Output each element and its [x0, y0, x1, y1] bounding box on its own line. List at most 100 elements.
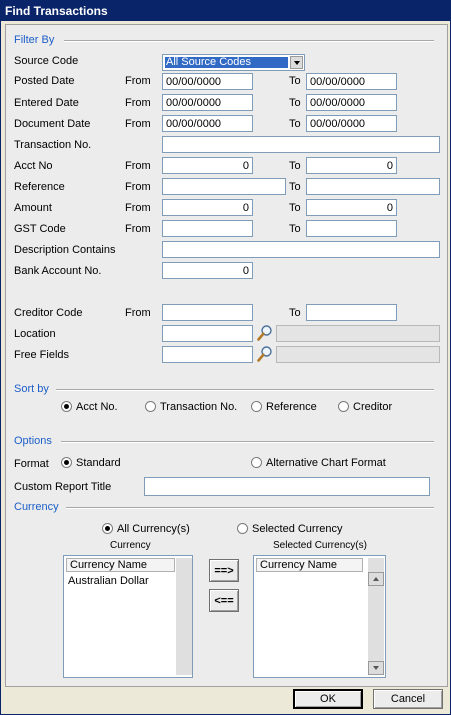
- bank-account-no-input[interactable]: [162, 262, 253, 279]
- source-code-value: All Source Codes: [165, 57, 288, 68]
- available-currency-column-header[interactable]: Currency Name: [66, 558, 175, 572]
- creditor-code-to-label: To: [289, 307, 301, 319]
- radio-selected-indicator[interactable]: [61, 401, 72, 412]
- free-fields-description-field: [276, 346, 440, 363]
- document-date-from-label: From: [125, 118, 151, 130]
- chevron-down-icon[interactable]: [290, 56, 303, 69]
- transaction-no-input[interactable]: [162, 136, 440, 153]
- currency-divider: [66, 507, 434, 509]
- radio-indicator[interactable]: [251, 401, 262, 412]
- sort-transaction-no-label: Transaction No.: [160, 401, 238, 413]
- entered-date-from-input[interactable]: [162, 94, 253, 111]
- amount-from-input[interactable]: [162, 199, 253, 216]
- custom-report-title-input[interactable]: [144, 477, 430, 496]
- description-contains-input[interactable]: [162, 241, 440, 258]
- posted-date-to-input[interactable]: [306, 73, 397, 90]
- format-standard-radio[interactable]: Standard: [61, 457, 121, 470]
- selected-currency-scrollbar[interactable]: [368, 558, 384, 675]
- bank-account-no-label: Bank Account No.: [14, 265, 102, 277]
- filter-by-label: Filter By: [14, 34, 55, 46]
- gst-code-to-label: To: [289, 223, 301, 235]
- sort-by-label: Sort by: [14, 383, 49, 395]
- source-code-label: Source Code: [14, 55, 79, 67]
- sort-reference-radio[interactable]: Reference: [251, 401, 317, 414]
- transaction-no-label: Transaction No.: [14, 139, 92, 151]
- selected-currency-radio[interactable]: Selected Currency: [237, 523, 343, 536]
- reference-to-input[interactable]: [306, 178, 440, 195]
- radio-selected-indicator[interactable]: [61, 457, 72, 468]
- reference-label: Reference: [14, 181, 65, 193]
- location-description-field: [276, 325, 440, 342]
- reference-from-input[interactable]: [162, 178, 286, 195]
- creditor-code-from-label: From: [125, 307, 151, 319]
- format-alternative-label: Alternative Chart Format: [266, 457, 386, 469]
- find-transactions-window: Find Transactions Filter By Source Code …: [0, 0, 451, 715]
- creditor-code-from-input[interactable]: [162, 304, 253, 321]
- remove-currency-button[interactable]: <==: [209, 589, 239, 612]
- entered-date-to-label: To: [289, 97, 301, 109]
- radio-indicator[interactable]: [145, 401, 156, 412]
- sort-creditor-label: Creditor: [353, 401, 393, 413]
- entered-date-label: Entered Date: [14, 97, 79, 109]
- acct-no-to-label: To: [289, 160, 301, 172]
- options-label: Options: [14, 435, 52, 447]
- reference-to-label: To: [289, 181, 301, 193]
- cancel-button[interactable]: Cancel: [373, 689, 443, 709]
- acct-no-from-input[interactable]: [162, 157, 253, 174]
- location-input[interactable]: [162, 325, 253, 342]
- currency-label: Currency: [14, 501, 59, 513]
- selected-currency-list[interactable]: Currency Name: [253, 555, 386, 678]
- amount-to-label: To: [289, 202, 301, 214]
- location-label: Location: [14, 328, 56, 340]
- document-date-to-input[interactable]: [306, 115, 397, 132]
- add-currency-button[interactable]: ==>: [209, 559, 239, 582]
- posted-date-to-label: To: [289, 75, 301, 87]
- sort-acct-no-radio[interactable]: Acct No.: [61, 401, 118, 414]
- available-currency-scrollbar[interactable]: [176, 558, 192, 675]
- free-fields-lookup-icon[interactable]: [256, 345, 274, 363]
- free-fields-input[interactable]: [162, 346, 253, 363]
- gst-code-from-label: From: [125, 223, 151, 235]
- amount-to-input[interactable]: [306, 199, 397, 216]
- entered-date-from-label: From: [125, 97, 151, 109]
- ok-button[interactable]: OK: [293, 689, 363, 709]
- radio-indicator[interactable]: [251, 457, 262, 468]
- amount-from-label: From: [125, 202, 151, 214]
- scroll-down-icon[interactable]: [368, 661, 384, 675]
- scroll-up-icon[interactable]: [368, 572, 384, 586]
- document-date-label: Document Date: [14, 118, 91, 130]
- selected-currency-column-header[interactable]: Currency Name: [256, 558, 363, 572]
- document-date-from-input[interactable]: [162, 115, 253, 132]
- radio-indicator[interactable]: [338, 401, 349, 412]
- custom-report-title-label: Custom Report Title: [14, 481, 112, 493]
- radio-indicator[interactable]: [237, 523, 248, 534]
- source-code-dropdown[interactable]: All Source Codes: [162, 54, 305, 71]
- posted-date-label: Posted Date: [14, 75, 75, 87]
- gst-code-from-input[interactable]: [162, 220, 253, 237]
- format-alternative-radio[interactable]: Alternative Chart Format: [251, 457, 386, 470]
- description-contains-label: Description Contains: [14, 244, 116, 256]
- selected-currency-caption: Selected Currency(s): [273, 540, 367, 551]
- list-item-australian-dollar[interactable]: Australian Dollar: [68, 575, 149, 588]
- entered-date-to-input[interactable]: [306, 94, 397, 111]
- selected-currency-label: Selected Currency: [252, 523, 343, 535]
- sort-reference-label: Reference: [266, 401, 317, 413]
- all-currencies-radio[interactable]: All Currency(s): [102, 523, 190, 536]
- gst-code-to-input[interactable]: [306, 220, 397, 237]
- acct-no-label: Acct No: [14, 160, 53, 172]
- format-standard-label: Standard: [76, 457, 121, 469]
- acct-no-from-label: From: [125, 160, 151, 172]
- available-currency-list[interactable]: Currency Name Australian Dollar: [63, 555, 193, 678]
- radio-selected-indicator[interactable]: [102, 523, 113, 534]
- sort-transaction-no-radio[interactable]: Transaction No.: [145, 401, 237, 414]
- creditor-code-to-input[interactable]: [306, 304, 397, 321]
- window-title: Find Transactions: [5, 4, 108, 18]
- acct-no-to-input[interactable]: [306, 157, 397, 174]
- posted-date-from-input[interactable]: [162, 73, 253, 90]
- filter-by-divider: [64, 40, 434, 42]
- gst-code-label: GST Code: [14, 223, 66, 235]
- sort-creditor-radio[interactable]: Creditor: [338, 401, 392, 414]
- reference-from-label: From: [125, 181, 151, 193]
- location-lookup-icon[interactable]: [256, 324, 274, 342]
- title-bar[interactable]: Find Transactions: [1, 1, 450, 21]
